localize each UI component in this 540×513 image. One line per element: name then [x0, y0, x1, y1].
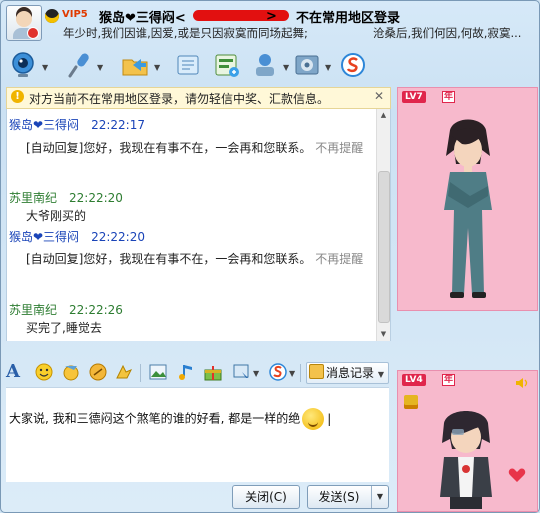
- contact-avatar-figure: [444, 119, 492, 298]
- scroll-down-icon[interactable]: ▼: [377, 328, 390, 341]
- login-status-text: 不在常用地区登录: [296, 11, 401, 26]
- soso-icon: [341, 53, 365, 77]
- file-transfer-button[interactable]: ▼: [121, 49, 165, 83]
- email-icon: [177, 55, 199, 75]
- close-button[interactable]: 关闭(C): [232, 485, 300, 509]
- dont-remind-link[interactable]: 不再提醒: [315, 141, 363, 155]
- settings-icon: [295, 55, 319, 75]
- chevron-down-icon[interactable]: ▼: [378, 370, 384, 379]
- self-qq-show[interactable]: LV4 年: [397, 370, 538, 512]
- toolbar-separator: [300, 364, 301, 382]
- annual-badge: 年: [442, 374, 456, 386]
- scroll-up-icon[interactable]: ▲: [377, 109, 390, 122]
- text-cursor: |: [327, 411, 332, 426]
- message-time: 22:22:20: [91, 230, 145, 244]
- message-record-button[interactable]: 消息记录 ▼: [306, 362, 389, 384]
- message-time: 22:22:17: [91, 118, 145, 132]
- history-icon: [309, 364, 324, 379]
- voice-button[interactable]: ▼: [65, 49, 109, 83]
- send-image-icon[interactable]: [148, 362, 168, 382]
- message-header: 苏里南纪 22:22:26: [9, 301, 123, 318]
- chevron-down-icon[interactable]: ▼: [289, 369, 295, 378]
- music-icon[interactable]: [176, 362, 196, 382]
- warning-icon: !: [11, 90, 24, 103]
- application-button[interactable]: [213, 49, 243, 83]
- contact-signature-more: 沧桑后,我们何因,何故,寂寞...: [373, 26, 522, 40]
- message-text: 大爷刚买的: [26, 209, 87, 223]
- message-header: 苏里南纪 22:22:20: [9, 189, 123, 206]
- message-time: 22:22:26: [69, 303, 123, 317]
- magic-emoticon-icon[interactable]: [61, 362, 81, 382]
- microphone-icon: [68, 53, 89, 78]
- message-time: 22:22:20: [69, 191, 123, 205]
- annual-badge: 年: [442, 91, 456, 103]
- folder-transfer-icon: [122, 59, 148, 76]
- format-toolbar: A ▼ ▼ 消息记录 ▼: [6, 361, 389, 385]
- font-icon[interactable]: A: [6, 362, 26, 382]
- message-record-label: 消息记录: [326, 366, 375, 380]
- chat-history[interactable]: 猴岛❤三得闷 22:22:17 [自动回复]您好，我现在有事不在，一会再和您联系。…: [6, 109, 391, 341]
- message-header: 猴岛❤三得闷 22:22:20: [9, 228, 145, 245]
- close-icon[interactable]: ✕: [374, 89, 384, 103]
- security-notice-bar: ! 对方当前不在常用地区登录，请勿轻信中奖、汇款信息。 ✕: [6, 87, 391, 109]
- avatar-head: [16, 11, 32, 27]
- application-icon: [215, 54, 239, 77]
- level-badge: LV7: [402, 91, 426, 103]
- chevron-down-icon[interactable]: ▼: [325, 63, 331, 72]
- screen-capture-icon[interactable]: [232, 362, 252, 382]
- auto-reply-text: [自动回复]您好，我现在有事不在，一会再和您联系。: [26, 141, 312, 155]
- auto-reply-text: [自动回复]您好，我现在有事不在，一会再和您联系。: [26, 252, 312, 266]
- sender-name[interactable]: 猴岛❤三得闷: [9, 230, 79, 244]
- chevron-down-icon[interactable]: ▼: [283, 63, 289, 72]
- level-badge: LV4: [402, 374, 426, 386]
- self-avatar-figure: [440, 411, 492, 509]
- sender-name[interactable]: 猴岛❤三得闷: [9, 118, 79, 132]
- history-scrollbar[interactable]: ▲ ▼: [376, 109, 390, 341]
- heart-icon: [508, 468, 526, 482]
- send-options-chevron-icon[interactable]: ▼: [371, 486, 388, 508]
- security-notice-text: 对方当前不在常用地区登录，请勿轻信中奖、汇款信息。: [29, 92, 330, 106]
- contact-name[interactable]: 猴岛❤三得闷<: [99, 7, 186, 26]
- contact-qq-show[interactable]: LV7 年: [397, 87, 538, 311]
- remote-assistance-button[interactable]: ▼: [251, 49, 295, 83]
- webcam-icon: [12, 52, 34, 77]
- message-header: 猴岛❤三得闷 22:22:17: [9, 116, 145, 133]
- chevron-down-icon[interactable]: ▼: [253, 369, 259, 378]
- message-text: 买完了,睡觉去: [26, 321, 102, 335]
- chat-window: VIP5 猴岛❤三得闷< > 不在常用地区登录 年少时,我们因谁,因爱,或是只因…: [0, 0, 540, 513]
- chevron-down-icon[interactable]: ▼: [154, 63, 160, 72]
- message-text: [自动回复]您好，我现在有事不在，一会再和您联系。 不再提醒: [26, 248, 371, 270]
- message-text: [自动回复]您好，我现在有事不在，一会再和您联系。 不再提醒: [26, 137, 371, 159]
- busy-status-icon: [27, 27, 39, 39]
- webcam-button[interactable]: ▼: [9, 49, 53, 83]
- nudge-icon[interactable]: [88, 362, 108, 382]
- scroll-thumb[interactable]: [378, 171, 390, 323]
- gift-icon[interactable]: [203, 362, 223, 382]
- smirk-emoticon-icon: [302, 408, 325, 430]
- vip-badge: VIP5: [62, 9, 88, 20]
- contact-signature: 年少时,我们因谁,因爱,或是只因寂寞而同场起舞;: [63, 26, 308, 40]
- sender-name[interactable]: 苏里南纪: [9, 191, 57, 205]
- send-button[interactable]: 发送(S) ▼: [307, 485, 389, 509]
- email-button[interactable]: [175, 49, 205, 83]
- chevron-down-icon[interactable]: ▼: [97, 63, 103, 72]
- soso-button[interactable]: [339, 49, 369, 83]
- send-label: 发送(S): [318, 490, 360, 504]
- settings-button[interactable]: ▼: [293, 49, 337, 83]
- qq-penguin-icon: [45, 9, 59, 23]
- contact-name-tail: >: [266, 9, 277, 24]
- sender-name[interactable]: 苏里南纪: [9, 303, 57, 317]
- soso-search-icon[interactable]: [268, 362, 288, 382]
- speaker-icon[interactable]: [515, 377, 529, 389]
- message-input[interactable]: 大家说, 我和三德闷这个煞笔的谁的好看, 都是一样的绝 |: [6, 387, 389, 482]
- dont-remind-link[interactable]: 不再提醒: [315, 252, 363, 266]
- smiley-icon[interactable]: [34, 362, 54, 382]
- toolbar-separator: [140, 364, 141, 382]
- chevron-down-icon[interactable]: ▼: [42, 63, 48, 72]
- gift-icon[interactable]: [404, 395, 418, 409]
- voice-message-icon[interactable]: [114, 362, 134, 382]
- draft-text: 大家说, 我和三德闷这个煞笔的谁的好看, 都是一样的绝: [9, 411, 301, 426]
- remote-assistance-icon: [256, 54, 274, 76]
- message-input-content[interactable]: 大家说, 我和三德闷这个煞笔的谁的好看, 都是一样的绝 |: [9, 408, 331, 430]
